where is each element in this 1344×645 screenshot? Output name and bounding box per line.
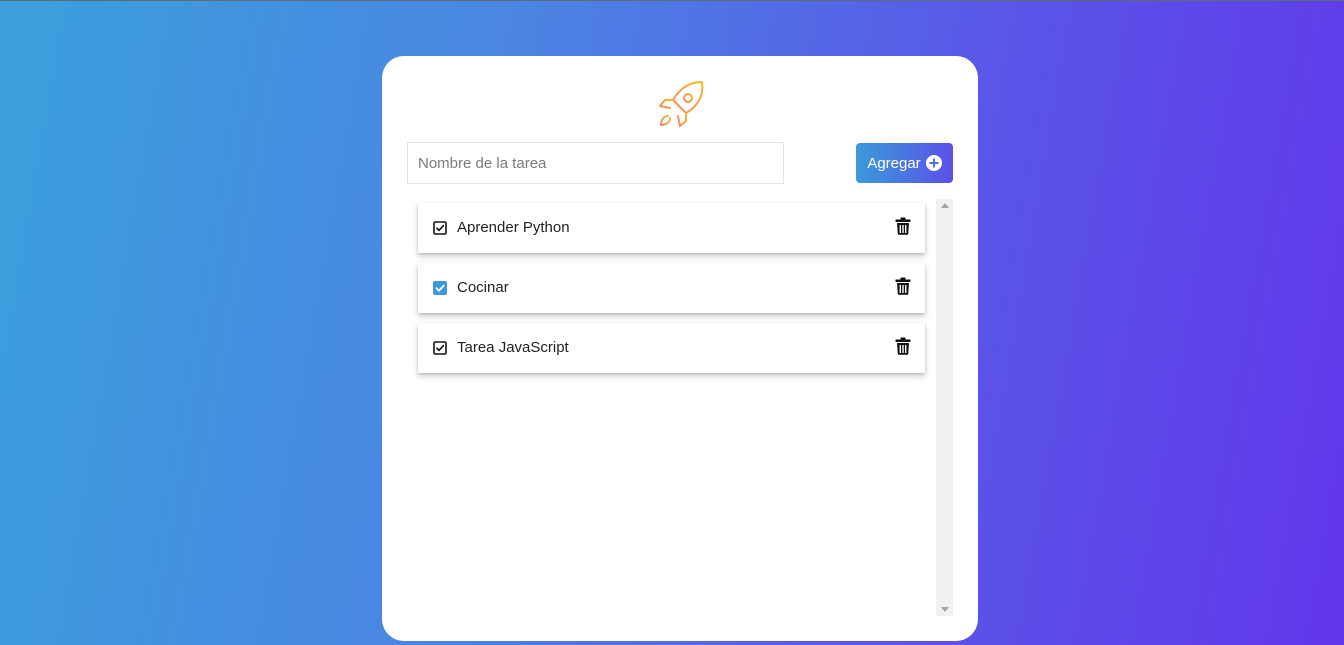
task-checkbox[interactable]	[433, 221, 447, 235]
task-label: Aprender Python	[457, 219, 570, 236]
rocket-icon	[659, 81, 704, 127]
window-top-border	[0, 0, 1344, 1]
task-checkbox[interactable]	[433, 281, 447, 295]
task-name-input[interactable]	[407, 142, 784, 184]
add-button-label: Agregar	[867, 154, 921, 172]
task-label: Cocinar	[457, 279, 509, 296]
task-item: Tarea JavaScript	[418, 323, 925, 373]
task-item: Aprender Python	[418, 203, 925, 253]
add-task-button[interactable]: Agregar	[856, 143, 953, 183]
scroll-down-arrow-icon[interactable]	[941, 607, 949, 612]
trash-icon[interactable]	[895, 337, 911, 355]
task-list: Aprender Python Cocinar Tarea JavaScript	[418, 203, 926, 623]
todo-card: Agregar Aprender Python	[382, 56, 978, 641]
trash-icon[interactable]	[895, 217, 911, 235]
plus-circle-icon	[925, 155, 942, 171]
task-list-scrollbar[interactable]	[936, 199, 953, 616]
task-checkbox[interactable]	[433, 341, 447, 355]
task-label: Tarea JavaScript	[457, 339, 569, 356]
trash-icon[interactable]	[895, 277, 911, 295]
task-item: Cocinar	[418, 263, 925, 313]
scroll-up-arrow-icon[interactable]	[941, 203, 949, 208]
